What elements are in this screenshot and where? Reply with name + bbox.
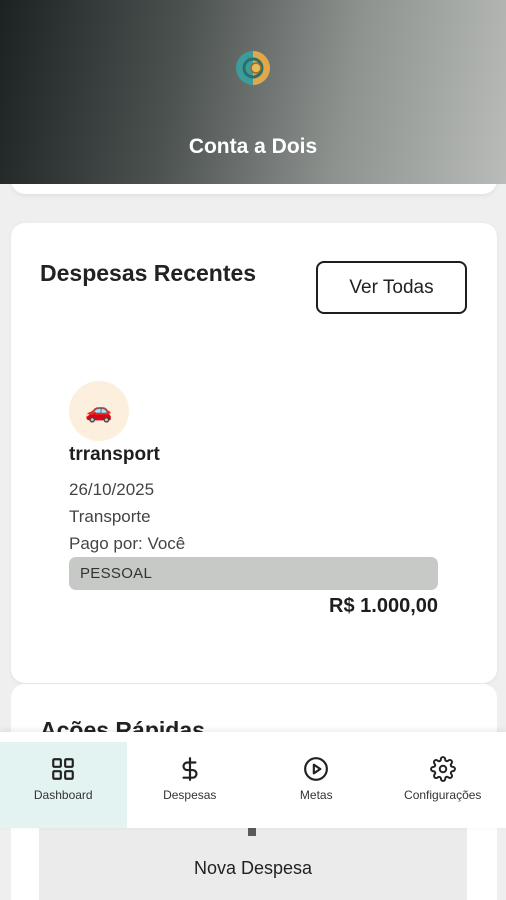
nav-item-configuracoes[interactable]: Configurações xyxy=(380,742,506,828)
expense-category: Transporte xyxy=(69,507,151,526)
recent-expenses-card: Despesas Recentes Ver Todas 🚗 trransport… xyxy=(11,223,497,683)
car-icon: 🚗 xyxy=(69,381,129,441)
couple-coin-logo-icon xyxy=(236,51,270,85)
view-all-button[interactable]: Ver Todas xyxy=(316,261,467,314)
recent-expenses-title: Despesas Recentes xyxy=(40,260,257,286)
expense-paid-by: Pago por: Você xyxy=(69,534,186,553)
nav-item-dashboard[interactable]: Dashboard xyxy=(0,742,127,828)
bottom-navigation: Dashboard Despesas Metas Configurações xyxy=(0,732,506,828)
nav-label-configuracoes: Configurações xyxy=(404,788,482,802)
expense-tag-badge: PESSOAL xyxy=(69,557,438,590)
new-expense-label: Nova Despesa xyxy=(193,858,313,878)
nav-label-dashboard: Dashboard xyxy=(33,788,93,802)
app-header: Conta a Dois xyxy=(0,0,506,184)
nav-item-despesas[interactable]: Despesas xyxy=(127,742,254,828)
gear-icon xyxy=(429,756,456,782)
nav-label-despesas: Despesas xyxy=(163,788,217,802)
play-circle-icon xyxy=(304,757,329,781)
grid-icon xyxy=(52,758,75,780)
nav-item-metas[interactable]: Metas xyxy=(253,742,380,828)
app-title: Conta a Dois xyxy=(188,135,318,158)
expense-amount: R$ 1.000,00 xyxy=(329,595,438,617)
dollar-icon xyxy=(182,757,198,781)
expense-icon-glyph: 🚗 xyxy=(85,398,113,423)
nav-label-metas: Metas xyxy=(299,788,333,802)
expense-date: 26/10/2025 xyxy=(69,480,155,499)
expense-name: trransport xyxy=(69,444,160,465)
